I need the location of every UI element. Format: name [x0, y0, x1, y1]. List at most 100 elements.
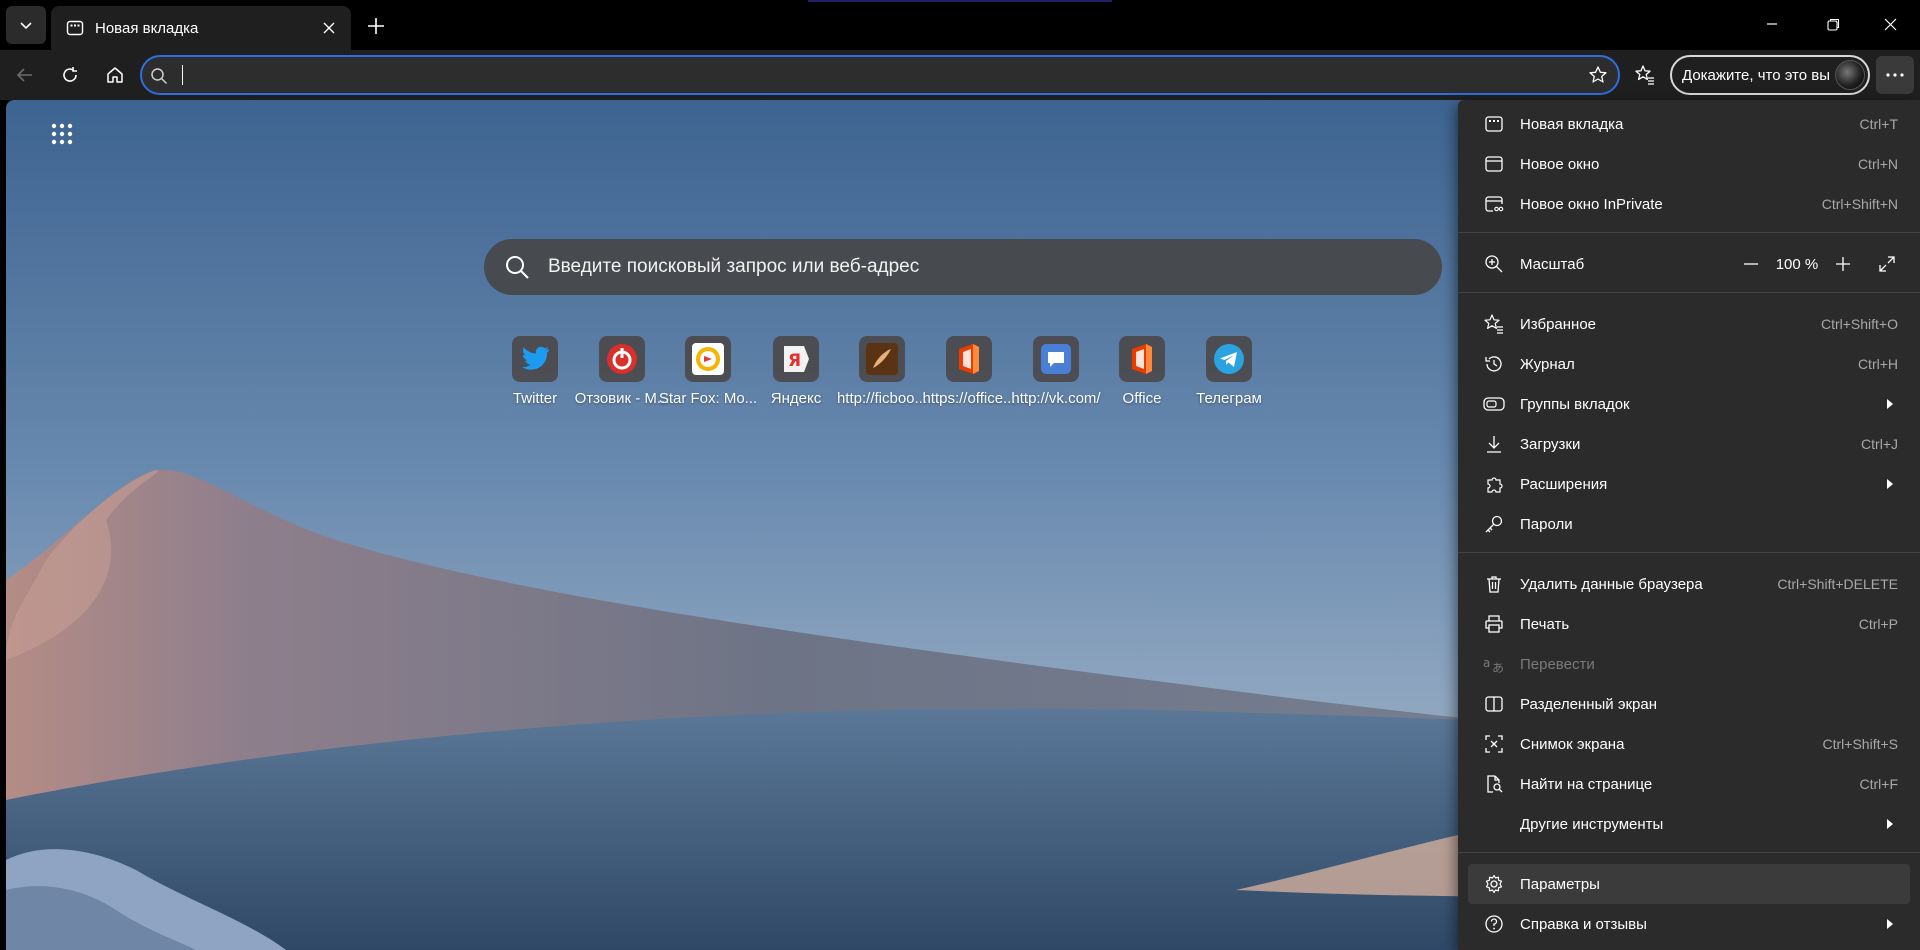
- menu-item-shortcut: Ctrl+Shift+S: [1822, 736, 1898, 752]
- zoom-out-button[interactable]: [1736, 249, 1766, 279]
- menu-item-label: Перевести: [1520, 655, 1595, 673]
- office-icon: [946, 336, 992, 382]
- menu-item-help[interactable]: Справка и отзывы: [1468, 904, 1910, 944]
- menu-item-extensions[interactable]: Расширения: [1468, 464, 1910, 504]
- quick-link-tile[interactable]: http://vk.com/: [1006, 336, 1106, 407]
- key-icon: [1485, 515, 1503, 533]
- menu-item-label: Пароли: [1520, 515, 1573, 533]
- menu-item-screenshot[interactable]: Снимок экрана Ctrl+Shift+S: [1468, 724, 1910, 764]
- refresh-button[interactable]: [53, 59, 87, 91]
- settings-and-more-menu: Новая вкладка Ctrl+T Новое окно Ctrl+N Н…: [1458, 100, 1920, 950]
- settings-and-more-button[interactable]: [1876, 56, 1914, 94]
- close-icon: [323, 22, 335, 34]
- office-icon: [1119, 336, 1165, 382]
- menu-item-zoom: Масштаб 100 %: [1468, 244, 1910, 284]
- search-icon: [151, 68, 168, 85]
- new-tab-button[interactable]: [356, 10, 396, 42]
- menu-item-settings[interactable]: Параметры: [1468, 864, 1910, 904]
- menu-item-passwords[interactable]: Пароли: [1468, 504, 1910, 544]
- menu-item-new-window[interactable]: Новое окно Ctrl+N: [1468, 144, 1910, 184]
- tab-groups-icon: [1483, 397, 1505, 411]
- otzovik-icon: [599, 336, 645, 382]
- menu-item-label: Журнал: [1520, 355, 1575, 373]
- menu-item-find[interactable]: Найти на странице Ctrl+F: [1468, 764, 1910, 804]
- menu-item-label: Избранное: [1520, 315, 1597, 333]
- printer-icon: [1485, 615, 1503, 633]
- menu-item-shortcut: Ctrl+P: [1858, 616, 1898, 632]
- menu-item-split-screen[interactable]: Разделенный экран: [1468, 684, 1910, 724]
- new-tab-page-icon: [66, 20, 84, 36]
- menu-item-inprivate[interactable]: Новое окно InPrivate Ctrl+Shift+N: [1468, 184, 1910, 224]
- help-icon: [1485, 915, 1503, 933]
- quick-link-tile[interactable]: Twitter: [485, 336, 585, 407]
- tab-close-button[interactable]: [315, 14, 343, 42]
- yandex-icon: Я: [773, 336, 819, 382]
- menu-item-label: Справка и отзывы: [1520, 915, 1647, 933]
- chevron-right-icon: [1887, 479, 1893, 489]
- menu-separator: [1458, 552, 1920, 553]
- title-bar: Новая вкладка: [0, 0, 1920, 50]
- menu-item-label: Параметры: [1520, 875, 1600, 893]
- quick-link-tile[interactable]: Телеграм: [1179, 336, 1279, 407]
- refresh-icon: [63, 67, 77, 82]
- app-launcher-button[interactable]: [42, 114, 82, 154]
- menu-item-label: Печать: [1520, 615, 1570, 633]
- favorites-star-icon: [1635, 65, 1654, 85]
- quick-link-label: http://vk.com/: [1011, 390, 1101, 407]
- quick-link-tile[interactable]: http://ficboo...: [832, 336, 932, 407]
- menu-item-label: Новое окно: [1520, 155, 1600, 173]
- menu-item-shortcut: Ctrl+J: [1861, 436, 1898, 452]
- quick-link-label: Яндекс: [770, 390, 822, 407]
- screenshot-icon: [1485, 735, 1503, 753]
- minimize-button[interactable]: [1749, 0, 1795, 48]
- menu-item-label: Разделенный экран: [1520, 695, 1657, 713]
- quick-link-label: Телеграм: [1196, 390, 1262, 407]
- star-add-favorite-icon[interactable]: [1588, 65, 1608, 85]
- menu-item-label: Новая вкладка: [1520, 115, 1624, 133]
- profile-button[interactable]: Докажите, что это вы: [1670, 55, 1870, 95]
- fullscreen-button[interactable]: [1872, 249, 1902, 279]
- quick-link-tile[interactable]: Star Fox: Mo...: [658, 336, 758, 407]
- menu-item-shortcut: Ctrl+N: [1857, 156, 1898, 172]
- svg-text:あ: あ: [1492, 661, 1504, 674]
- svg-text:Я: Я: [788, 351, 801, 371]
- close-window-button[interactable]: [1867, 0, 1913, 48]
- menu-item-clear-data[interactable]: Удалить данные браузера Ctrl+Shift+DELET…: [1468, 564, 1910, 604]
- favorites-button[interactable]: [1628, 59, 1662, 91]
- menu-item-history[interactable]: Журнал Ctrl+H: [1468, 344, 1910, 384]
- app-grid-icon: [51, 123, 73, 145]
- quick-link-tile[interactable]: Я Яндекс: [746, 336, 846, 407]
- menu-item-shortcut: Ctrl+Shift+DELETE: [1777, 576, 1898, 592]
- menu-item-shortcut: Ctrl+Shift+O: [1820, 316, 1898, 332]
- menu-item-downloads[interactable]: Загрузки Ctrl+J: [1468, 424, 1910, 464]
- zoom-in-button[interactable]: [1828, 249, 1858, 279]
- menu-item-more-tools[interactable]: Другие инструменты: [1468, 804, 1910, 844]
- address-bar[interactable]: [140, 55, 1620, 95]
- home-button[interactable]: [98, 59, 132, 91]
- tab-new-tab[interactable]: Новая вкладка: [51, 6, 351, 50]
- chat-bubble-icon: [1033, 336, 1079, 382]
- menu-item-new-tab[interactable]: Новая вкладка Ctrl+T: [1468, 104, 1910, 144]
- svg-text:a: a: [1483, 656, 1490, 670]
- search-icon: [506, 256, 529, 279]
- menu-item-print[interactable]: Печать Ctrl+P: [1468, 604, 1910, 644]
- menu-item-favorites[interactable]: Избранное Ctrl+Shift+O: [1468, 304, 1910, 344]
- plus-icon: [1836, 257, 1850, 271]
- quick-link-tile[interactable]: Office: [1092, 336, 1192, 407]
- quick-link-tile[interactable]: Отзовик - М...: [572, 336, 672, 407]
- chevron-right-icon: [1887, 919, 1893, 929]
- restore-button[interactable]: [1810, 0, 1856, 48]
- tab-actions-button[interactable]: [6, 6, 46, 44]
- starfox-icon: [685, 336, 731, 382]
- menu-item-tab-groups[interactable]: Группы вкладок: [1468, 384, 1910, 424]
- menu-item-translate: aあ Перевести: [1468, 644, 1910, 684]
- back-button[interactable]: [8, 59, 42, 91]
- menu-item-shortcut: Ctrl+T: [1859, 116, 1899, 132]
- inprivate-window-icon: [1485, 196, 1504, 214]
- quick-link-tile[interactable]: https://office...: [919, 336, 1019, 407]
- menu-separator: [1458, 852, 1920, 853]
- ntp-search-box[interactable]: Введите поисковый запрос или веб-адрес: [484, 239, 1442, 295]
- menu-item-label: Удалить данные браузера: [1520, 575, 1703, 593]
- address-input[interactable]: [186, 61, 1546, 89]
- menu-item-shortcut: Ctrl+H: [1857, 356, 1898, 372]
